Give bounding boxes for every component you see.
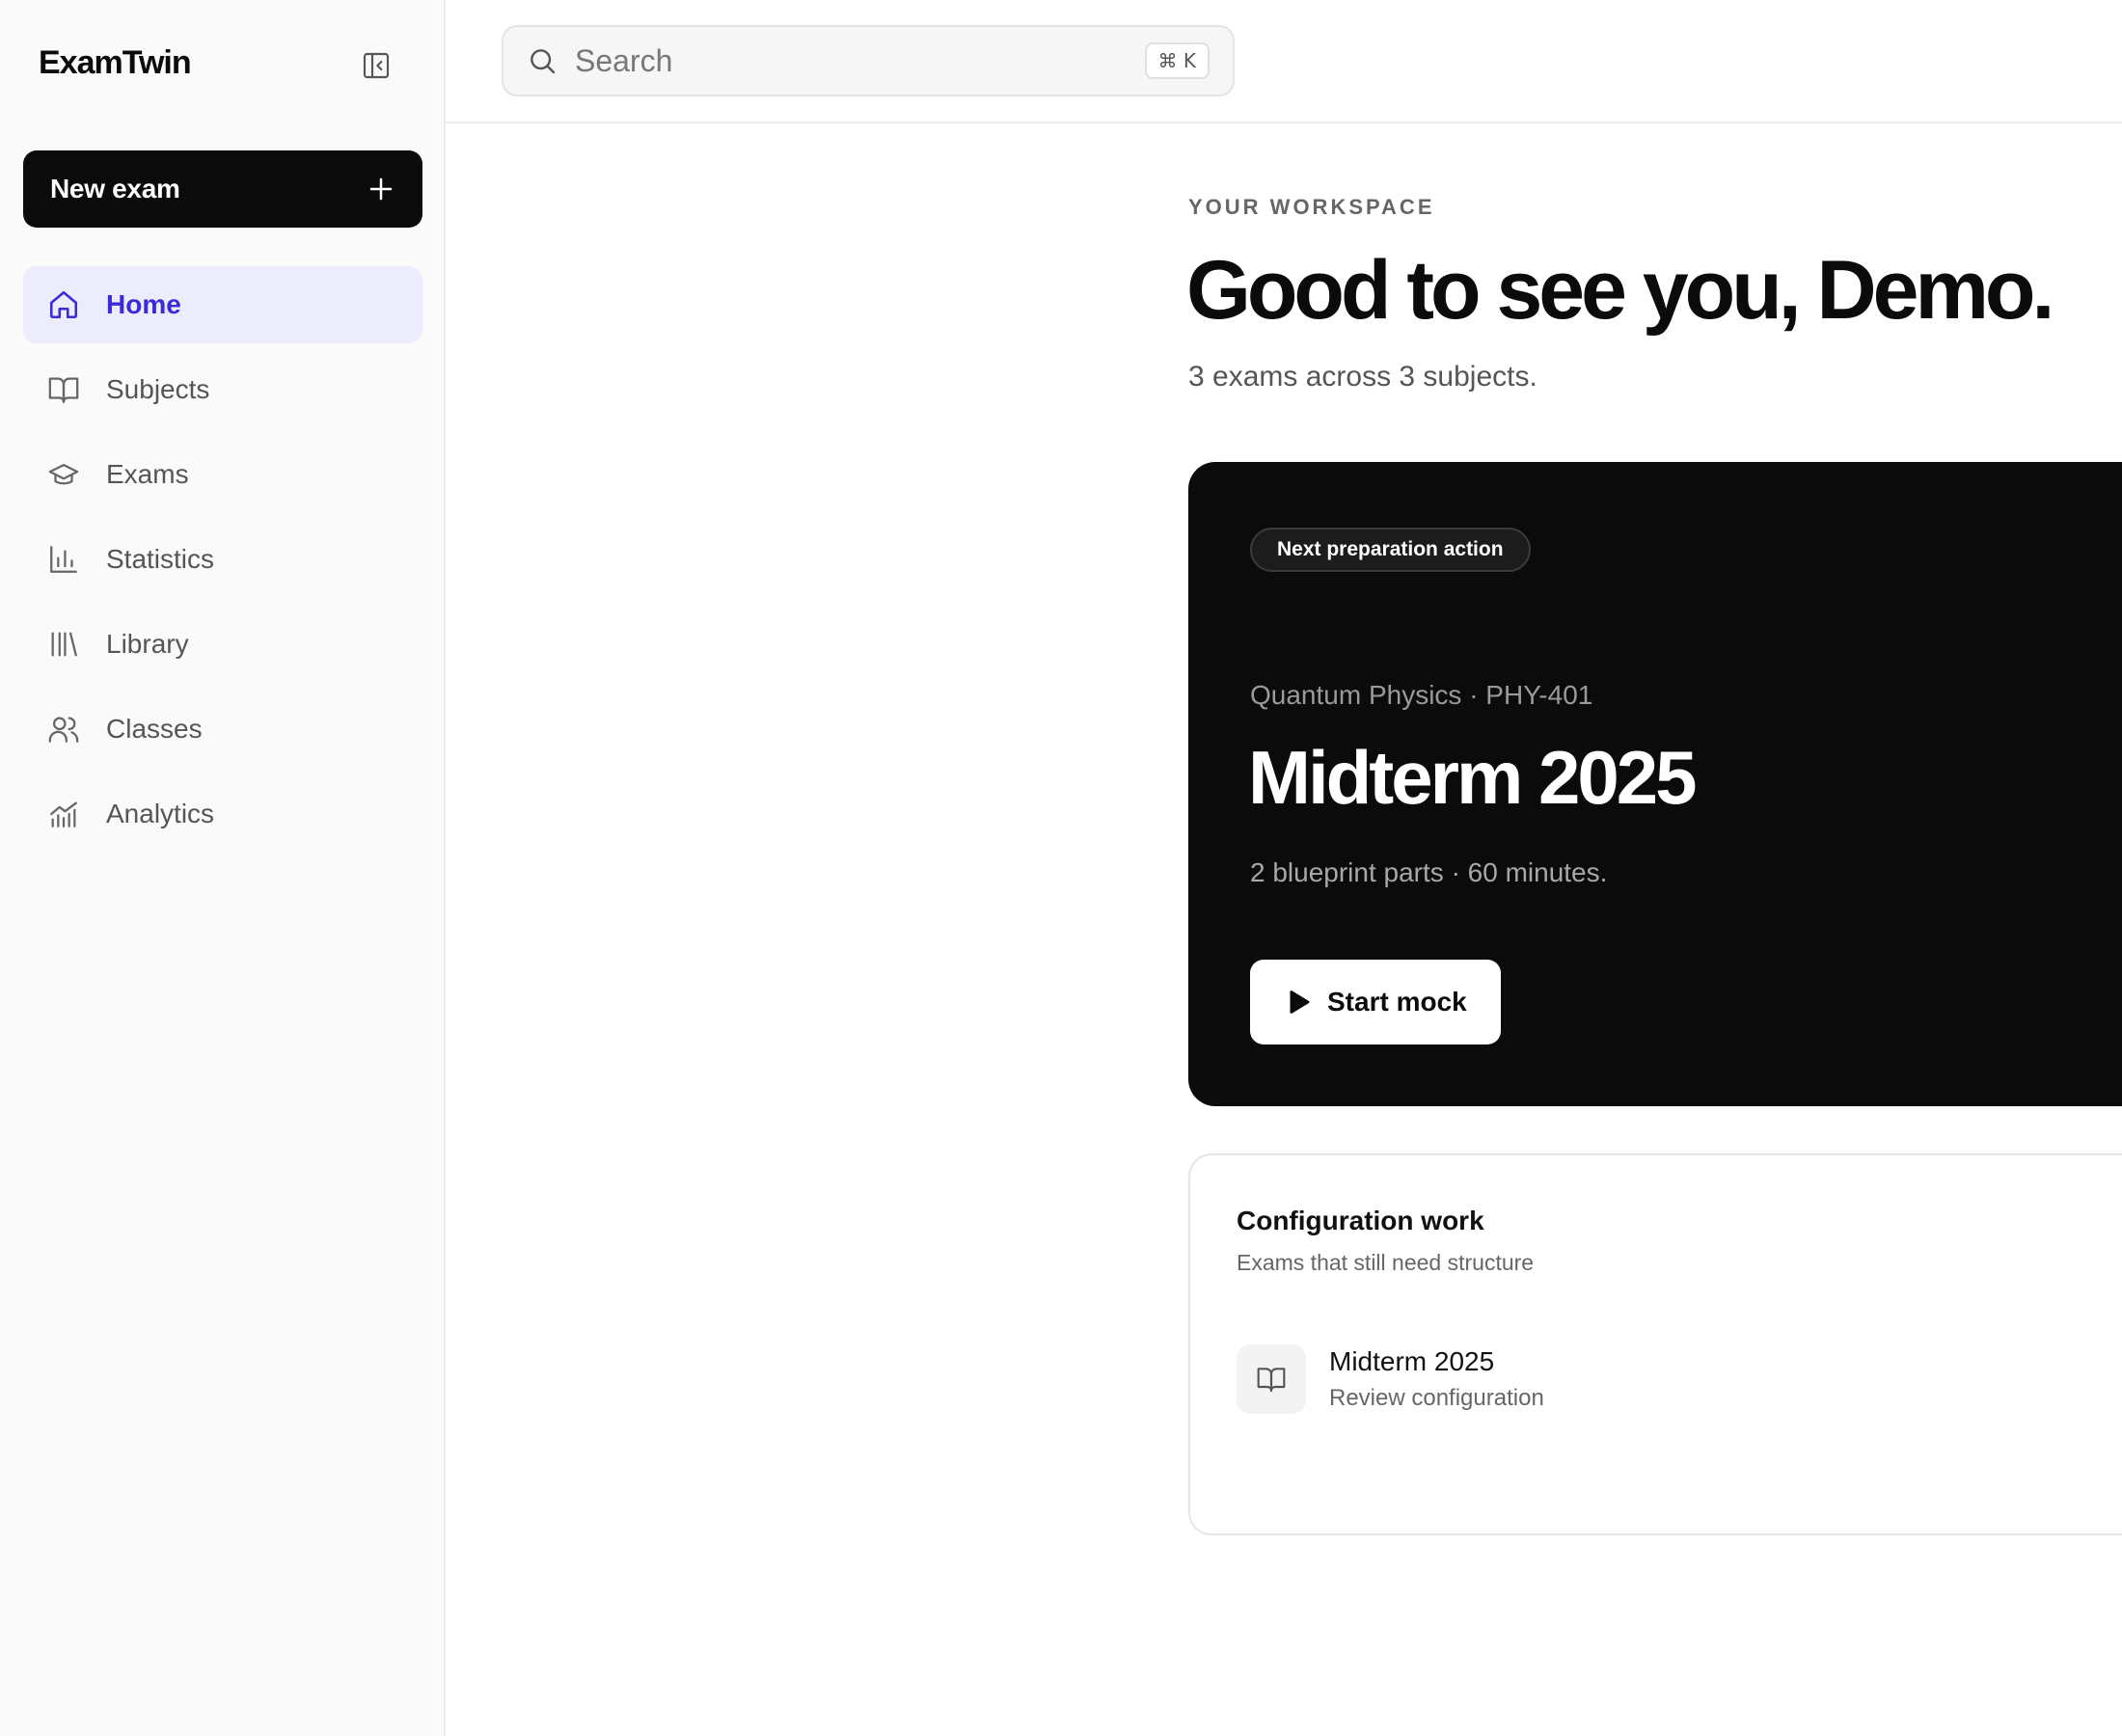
exam-meta: 2 blueprint parts · 60 minutes. [1250, 857, 1608, 887]
list-item-text: Midterm 2025 Review configuration [1329, 1346, 1544, 1412]
sidebar-item-label: Subjects [106, 374, 210, 404]
bar-chart-icon [46, 542, 81, 577]
sidebar-item-label: Exams [106, 459, 189, 489]
next-action-card: Next preparation action Quantum Physics … [1188, 462, 2122, 1106]
list-item[interactable]: Midterm 2025 Review configuration [1237, 1344, 1544, 1414]
sidebar-item-home[interactable]: Home [23, 266, 422, 343]
home-icon [46, 287, 81, 322]
collapse-sidebar-button[interactable] [357, 46, 395, 85]
new-exam-button[interactable]: New exam [23, 150, 422, 228]
sidebar-item-label: Library [106, 629, 189, 659]
card-subtitle: Exams that still need structure [1237, 1250, 1535, 1275]
library-icon [46, 627, 81, 662]
sidebar-nav: Home Subjects Exams Statistics Library C… [23, 266, 422, 860]
sidebar-toggle-icon [361, 50, 392, 81]
book-icon [46, 372, 81, 407]
new-exam-label: New exam [50, 174, 180, 203]
search-icon [527, 45, 558, 76]
sidebar-item-library[interactable]: Library [23, 606, 422, 683]
sidebar-item-label: Home [106, 289, 181, 319]
sidebar-item-analytics[interactable]: Analytics [23, 775, 422, 853]
page-title: Good to see you, Demo. [1186, 244, 2054, 337]
exam-course: Quantum Physics · PHY-401 [1250, 680, 1593, 710]
sidebar-item-subjects[interactable]: Subjects [23, 351, 422, 428]
next-action-badge: Next preparation action [1250, 528, 1531, 572]
search-placeholder: Search [575, 42, 673, 78]
start-mock-button[interactable]: Start mock [1250, 960, 1501, 1044]
sidebar: ExamTwin New exam Home Subjects Exams St… [0, 0, 446, 1736]
start-mock-label: Start mock [1327, 987, 1467, 1017]
top-bar: Search ⌘ K [446, 0, 2122, 123]
list-item-subtitle: Review configuration [1329, 1385, 1544, 1411]
analytics-icon [46, 797, 81, 831]
list-item-title: Midterm 2025 [1329, 1346, 1495, 1376]
search-input[interactable]: Search ⌘ K [502, 25, 1235, 96]
play-icon [1283, 988, 1312, 1017]
sidebar-item-classes[interactable]: Classes [23, 691, 422, 768]
sidebar-item-label: Statistics [106, 544, 215, 574]
page-summary: 3 exams across 3 subjects. [1188, 361, 1537, 393]
configuration-work-card: Configuration work Exams that still need… [1188, 1153, 2122, 1535]
sidebar-item-label: Classes [106, 714, 203, 744]
brand-logo[interactable]: ExamTwin [39, 44, 192, 82]
plus-icon [367, 175, 395, 203]
search-shortcut-badge: ⌘ K [1144, 42, 1210, 79]
sidebar-item-label: Analytics [106, 799, 215, 828]
section-eyebrow: YOUR WORKSPACE [1188, 195, 1435, 219]
card-title: Configuration work [1237, 1206, 1484, 1235]
graduation-cap-icon [46, 457, 81, 492]
exam-title: Midterm 2025 [1248, 735, 1698, 820]
users-icon [46, 712, 81, 746]
sidebar-item-statistics[interactable]: Statistics [23, 521, 422, 598]
sidebar-item-exams[interactable]: Exams [23, 436, 422, 513]
book-icon [1237, 1344, 1306, 1414]
